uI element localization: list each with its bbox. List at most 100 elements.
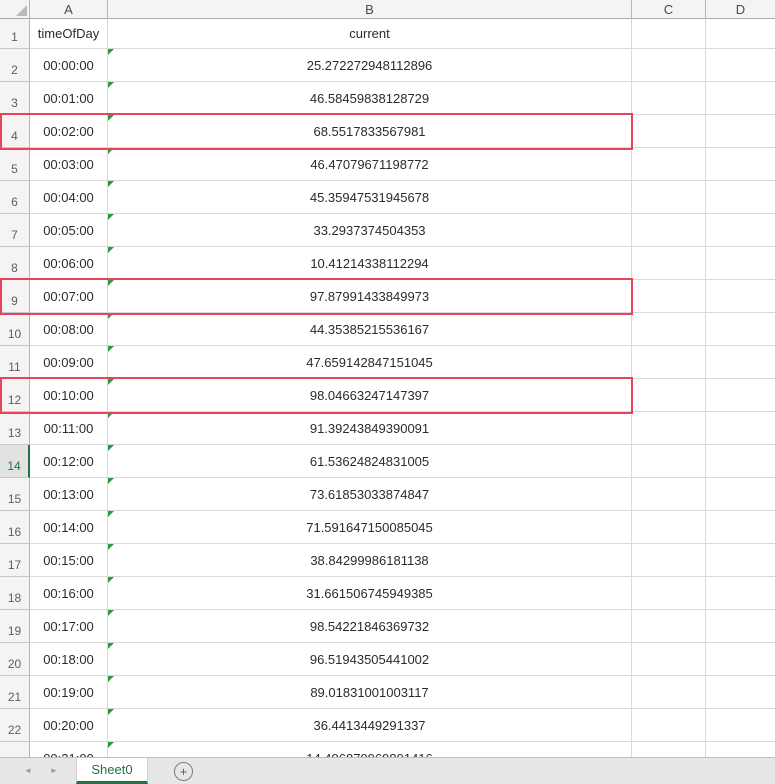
cell-d[interactable]: [706, 247, 775, 280]
cell-timeofday[interactable]: 00:04:00: [30, 181, 108, 214]
select-all-corner[interactable]: [0, 0, 30, 19]
cell-timeofday[interactable]: 00:11:00: [30, 412, 108, 445]
row-header-7[interactable]: 7: [0, 214, 30, 247]
row-header-13[interactable]: 13: [0, 412, 30, 445]
row-header-22[interactable]: 22: [0, 709, 30, 742]
cell-current[interactable]: 10.41214338112294: [108, 247, 632, 280]
cell-d[interactable]: [706, 412, 775, 445]
cell-current[interactable]: 97.87991433849973: [108, 280, 632, 313]
cell-d[interactable]: [706, 181, 775, 214]
cell-current[interactable]: 96.51943505441002: [108, 643, 632, 676]
cell-timeofday[interactable]: 00:16:00: [30, 577, 108, 610]
cell-timeofday[interactable]: 00:17:00: [30, 610, 108, 643]
cell-current[interactable]: 61.53624824831005: [108, 445, 632, 478]
row-header-6[interactable]: 6: [0, 181, 30, 214]
cell-d[interactable]: [706, 115, 775, 148]
cell-current[interactable]: 71.591647150085045: [108, 511, 632, 544]
cell-timeofday[interactable]: 00:10:00: [30, 379, 108, 412]
cell-timeofday[interactable]: 00:01:00: [30, 82, 108, 115]
add-sheet-button[interactable]: +: [174, 762, 193, 781]
cell-current[interactable]: 47.659142847151045: [108, 346, 632, 379]
cell-b1-current-header[interactable]: current: [108, 19, 632, 49]
cell-c[interactable]: [632, 643, 706, 676]
cell-a1-timeofday-header[interactable]: timeOfDay: [30, 19, 108, 49]
cell-c[interactable]: [632, 214, 706, 247]
cell-d[interactable]: [706, 643, 775, 676]
row-header-14[interactable]: 14: [0, 445, 30, 478]
cell-d[interactable]: [706, 610, 775, 643]
cell-timeofday[interactable]: 00:09:00: [30, 346, 108, 379]
cell-timeofday[interactable]: 00:14:00: [30, 511, 108, 544]
cell-d[interactable]: [706, 82, 775, 115]
cell-c[interactable]: [632, 610, 706, 643]
cell-c[interactable]: [632, 346, 706, 379]
cell-d[interactable]: [706, 280, 775, 313]
row-header-1[interactable]: 1: [0, 19, 30, 49]
cell-timeofday[interactable]: 00:03:00: [30, 148, 108, 181]
cell-c1[interactable]: [632, 19, 706, 49]
cell-timeofday[interactable]: 00:13:00: [30, 478, 108, 511]
cell-timeofday[interactable]: 00:15:00: [30, 544, 108, 577]
cell-current[interactable]: 98.54221846369732: [108, 610, 632, 643]
cell-current[interactable]: 14.496879969891416: [108, 742, 632, 757]
cell-d[interactable]: [706, 544, 775, 577]
row-header-15[interactable]: 15: [0, 478, 30, 511]
cell-timeofday[interactable]: 00:06:00: [30, 247, 108, 280]
cell-current[interactable]: 73.61853033874847: [108, 478, 632, 511]
cell-current[interactable]: 45.35947531945678: [108, 181, 632, 214]
row-header-16[interactable]: 16: [0, 511, 30, 544]
row-header-18[interactable]: 18: [0, 577, 30, 610]
cell-d[interactable]: [706, 511, 775, 544]
row-header-17[interactable]: 17: [0, 544, 30, 577]
row-header-12[interactable]: 12: [0, 379, 30, 412]
row-header-21[interactable]: 21: [0, 676, 30, 709]
cell-c[interactable]: [632, 49, 706, 82]
cell-timeofday[interactable]: 00:12:00: [30, 445, 108, 478]
cell-c[interactable]: [632, 676, 706, 709]
sheet-tab-sheet0[interactable]: Sheet0: [76, 758, 148, 784]
column-header-d[interactable]: D: [706, 0, 775, 19]
cell-current[interactable]: 68.5517833567981: [108, 115, 632, 148]
cell-current[interactable]: 91.39243849390091: [108, 412, 632, 445]
cell-timeofday[interactable]: 00:05:00: [30, 214, 108, 247]
cell-c[interactable]: [632, 445, 706, 478]
cell-current[interactable]: 46.58459838128729: [108, 82, 632, 115]
cell-c[interactable]: [632, 544, 706, 577]
cell-c[interactable]: [632, 313, 706, 346]
cell-current[interactable]: 44.35385215536167: [108, 313, 632, 346]
cell-d1[interactable]: [706, 19, 775, 49]
row-header-5[interactable]: 5: [0, 148, 30, 181]
row-header-23[interactable]: 23: [0, 742, 30, 757]
cell-timeofday[interactable]: 00:19:00: [30, 676, 108, 709]
cell-d[interactable]: [706, 49, 775, 82]
cell-timeofday[interactable]: 00:18:00: [30, 643, 108, 676]
cell-d[interactable]: [706, 313, 775, 346]
cell-current[interactable]: 98.04663247147397: [108, 379, 632, 412]
row-header-8[interactable]: 8: [0, 247, 30, 280]
cell-current[interactable]: 33.2937374504353: [108, 214, 632, 247]
row-header-20[interactable]: 20: [0, 643, 30, 676]
cell-c[interactable]: [632, 709, 706, 742]
cell-d[interactable]: [706, 379, 775, 412]
tab-scroll-left-icon[interactable]: ◄: [24, 767, 32, 775]
cell-d[interactable]: [706, 445, 775, 478]
tab-scroll-right-icon[interactable]: ►: [50, 767, 58, 775]
column-header-a[interactable]: A: [30, 0, 108, 19]
cell-current[interactable]: 46.47079671198772: [108, 148, 632, 181]
cell-current[interactable]: 25.272272948112896: [108, 49, 632, 82]
cell-c[interactable]: [632, 412, 706, 445]
cell-d[interactable]: [706, 478, 775, 511]
cell-d[interactable]: [706, 346, 775, 379]
cell-c[interactable]: [632, 478, 706, 511]
cell-c[interactable]: [632, 247, 706, 280]
cell-timeofday[interactable]: 00:20:00: [30, 709, 108, 742]
row-header-4[interactable]: 4: [0, 115, 30, 148]
cell-c[interactable]: [632, 280, 706, 313]
cell-d[interactable]: [706, 709, 775, 742]
column-header-c[interactable]: C: [632, 0, 706, 19]
cell-c[interactable]: [632, 577, 706, 610]
cell-d[interactable]: [706, 577, 775, 610]
cell-timeofday[interactable]: 00:08:00: [30, 313, 108, 346]
cell-current[interactable]: 36.4413449291337: [108, 709, 632, 742]
cell-timeofday[interactable]: 00:07:00: [30, 280, 108, 313]
